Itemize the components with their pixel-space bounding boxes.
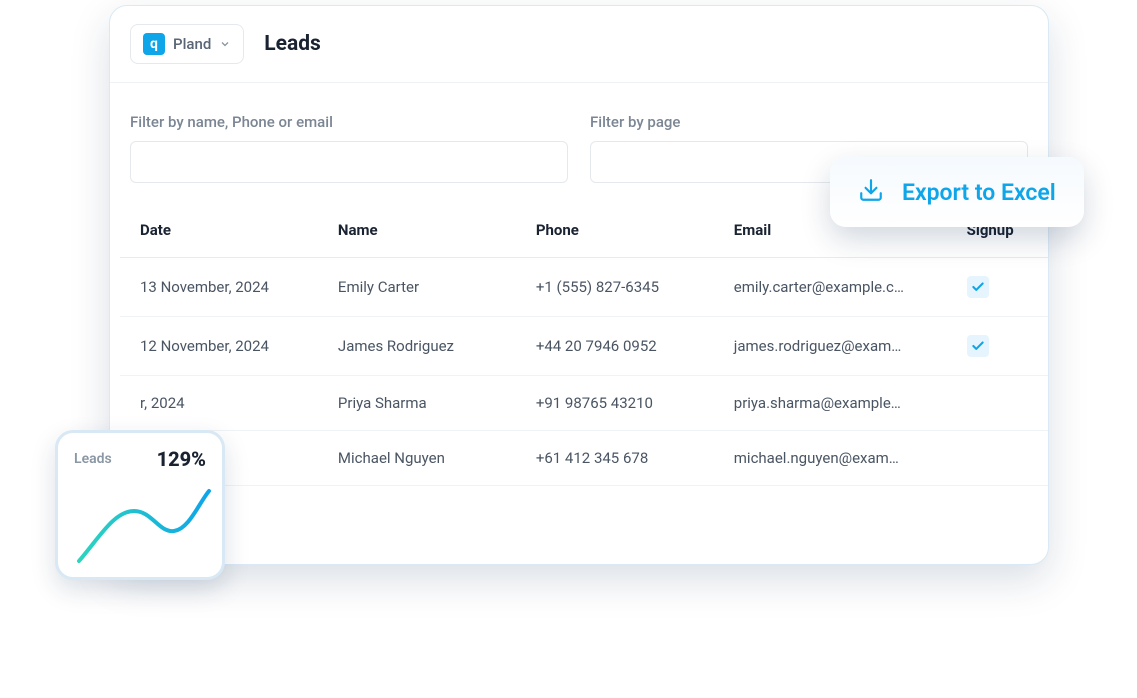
cell-date: 12 November, 2024	[120, 317, 318, 376]
filter-page-label: Filter by page	[590, 113, 1028, 131]
column-header-date[interactable]: Date	[120, 203, 318, 258]
download-icon	[858, 177, 884, 207]
table-row[interactable]: r, 2024Michael Nguyen+61 412 345 678mich…	[120, 431, 1048, 486]
sparkline-chart	[74, 483, 206, 572]
cell-phone: +61 412 345 678	[516, 431, 714, 486]
cell-email: michael.nguyen@exam…	[714, 431, 947, 486]
cell-email: priya.sharma@example…	[714, 376, 947, 431]
filter-name-input[interactable]	[130, 141, 568, 183]
cell-email: james.rodriguez@exam…	[714, 317, 947, 376]
cell-phone: +44 20 7946 0952	[516, 317, 714, 376]
cell-name: Priya Sharma	[318, 376, 516, 431]
export-label: Export to Excel	[902, 179, 1056, 206]
leads-panel: q Pland Leads Filter by name, Phone or e…	[109, 5, 1049, 565]
stat-label: Leads	[74, 451, 112, 467]
column-header-phone[interactable]: Phone	[516, 203, 714, 258]
cell-date: 13 November, 2024	[120, 258, 318, 317]
export-to-excel-button[interactable]: Export to Excel	[830, 157, 1084, 227]
cell-name: James Rodriguez	[318, 317, 516, 376]
cell-phone: +1 (555) 827-6345	[516, 258, 714, 317]
filter-name-label: Filter by name, Phone or email	[130, 113, 568, 131]
page-title: Leads	[264, 32, 321, 56]
cell-date: r, 2024	[120, 376, 318, 431]
cell-email: emily.carter@example.c…	[714, 258, 947, 317]
leads-stat-card: Leads 129%	[55, 430, 225, 580]
stat-value: 129%	[157, 447, 206, 471]
filter-name-group: Filter by name, Phone or email	[130, 113, 568, 183]
check-icon	[967, 335, 989, 357]
leads-table: Date Name Phone Email Signup 13 November…	[120, 203, 1048, 486]
cell-signup	[947, 376, 1048, 431]
table-row[interactable]: r, 2024Priya Sharma+91 98765 43210priya.…	[120, 376, 1048, 431]
cell-signup	[947, 431, 1048, 486]
cell-name: Michael Nguyen	[318, 431, 516, 486]
cell-name: Emily Carter	[318, 258, 516, 317]
cell-signup	[947, 317, 1048, 376]
project-logo-icon: q	[143, 33, 165, 55]
table-row[interactable]: 12 November, 2024James Rodriguez+44 20 7…	[120, 317, 1048, 376]
project-name: Pland	[173, 35, 211, 53]
header: q Pland Leads	[110, 6, 1048, 83]
cell-signup	[947, 258, 1048, 317]
check-icon	[967, 276, 989, 298]
table-row[interactable]: 13 November, 2024Emily Carter+1 (555) 82…	[120, 258, 1048, 317]
project-dropdown[interactable]: q Pland	[130, 24, 244, 64]
column-header-name[interactable]: Name	[318, 203, 516, 258]
cell-phone: +91 98765 43210	[516, 376, 714, 431]
chevron-down-icon	[219, 35, 231, 54]
